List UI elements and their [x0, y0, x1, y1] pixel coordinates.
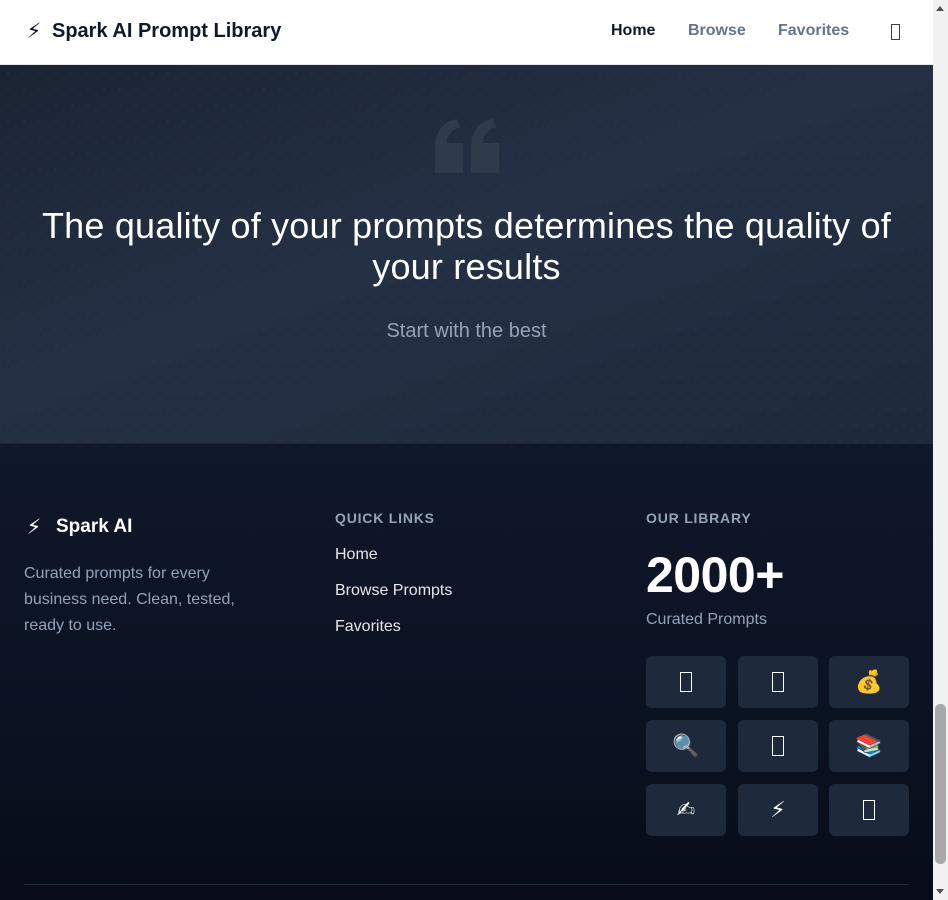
footer-brand-name: Spark AI: [56, 516, 133, 537]
nav-link-browse[interactable]: Browse: [688, 22, 746, 40]
top-navbar: ⚡ Spark AI Prompt Library Home Browse Fa…: [0, 0, 933, 65]
theme-toggle-button[interactable]: [885, 22, 905, 42]
quote-icon: [435, 119, 499, 173]
lightning-icon: ⚡: [26, 515, 42, 539]
lightning-icon: ⚡: [26, 19, 42, 43]
category-tile[interactable]: [829, 784, 909, 836]
category-tile[interactable]: [646, 656, 726, 708]
hero-section: The quality of your prompts determines t…: [0, 65, 933, 443]
hero-subtitle: Start with the best: [386, 320, 547, 342]
page-scrollbar[interactable]: [933, 0, 948, 900]
hero-title: The quality of your prompts determines t…: [41, 205, 892, 287]
category-tile[interactable]: 💰: [829, 656, 909, 708]
category-tile[interactable]: 📚: [829, 720, 909, 772]
footer-divider: [24, 884, 909, 885]
nav-link-favorites[interactable]: Favorites: [778, 22, 849, 40]
missing-glyph-icon: [772, 736, 784, 756]
footer: ⚡ Spark AI Curated prompts for every bus…: [0, 443, 933, 900]
nav-link-home[interactable]: Home: [611, 22, 655, 40]
quick-links-heading: QUICK LINKS: [335, 510, 435, 526]
writing-hand-icon: ✍: [676, 797, 696, 823]
missing-glyph-icon: [863, 800, 875, 820]
missing-glyph-icon: [680, 672, 692, 692]
missing-glyph-icon: [890, 24, 900, 40]
footer-link-browse-prompts[interactable]: Browse Prompts: [335, 582, 452, 600]
money-bag-icon: 💰: [855, 669, 883, 695]
lightning-icon: ⚡: [770, 797, 786, 823]
category-tile[interactable]: [738, 720, 818, 772]
category-tile[interactable]: ✍: [646, 784, 726, 836]
brand[interactable]: ⚡ Spark AI Prompt Library: [24, 19, 282, 43]
category-tile[interactable]: [738, 656, 818, 708]
footer-description: Curated prompts for every business need.…: [24, 565, 235, 634]
library-heading: OUR LIBRARY: [646, 510, 752, 526]
footer-link-favorites[interactable]: Favorites: [335, 618, 401, 636]
category-tile[interactable]: 🔍: [646, 720, 726, 772]
brand-name: Spark AI Prompt Library: [52, 19, 282, 42]
books-icon: 📚: [855, 733, 883, 759]
missing-glyph-icon: [772, 672, 784, 692]
category-tile[interactable]: ⚡: [738, 784, 818, 836]
scroll-down-arrow-icon[interactable]: [936, 889, 944, 894]
magnifier-icon: 🔍: [672, 733, 700, 759]
scroll-up-arrow-icon[interactable]: [936, 6, 944, 11]
library-count: 2000+: [646, 547, 784, 603]
footer-link-home[interactable]: Home: [335, 546, 378, 564]
footer-brand: ⚡ Spark AI: [24, 515, 133, 539]
library-count-label: Curated Prompts: [646, 611, 767, 628]
scrollbar-thumb[interactable]: [935, 704, 946, 864]
